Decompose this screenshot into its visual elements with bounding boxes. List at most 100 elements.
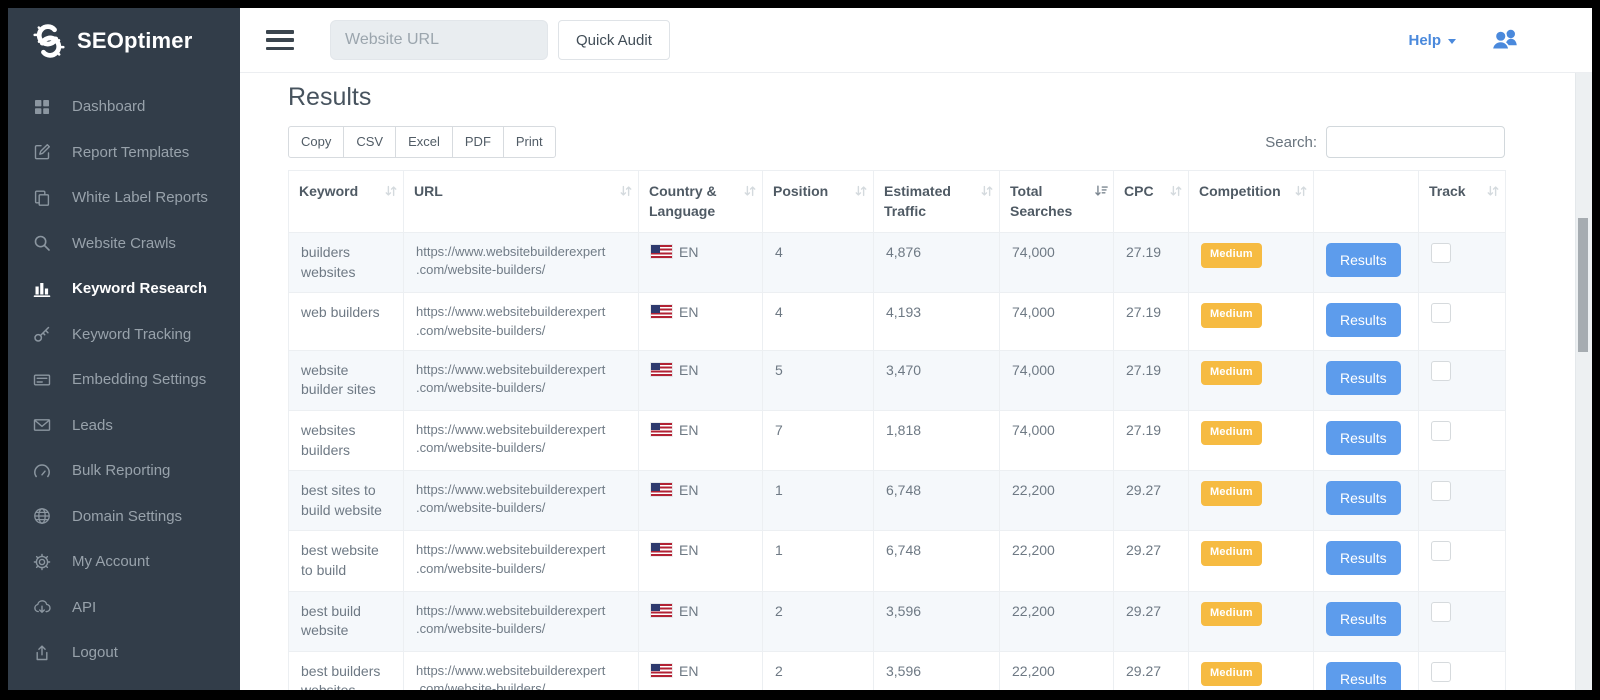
help-menu[interactable]: Help (1408, 32, 1456, 49)
website-url-input[interactable] (330, 20, 548, 60)
column-label: Total Searches (1010, 183, 1072, 219)
hamburger-menu-icon[interactable] (266, 30, 294, 50)
results-button[interactable]: Results (1326, 421, 1401, 455)
track-checkbox[interactable] (1431, 303, 1451, 323)
sidebar-item-white-label-reports[interactable]: White Label Reports (8, 175, 240, 221)
sidebar-item-keyword-tracking[interactable]: Keyword Tracking (8, 312, 240, 358)
url-cell: https://www.websitebuilderexpert.com/web… (404, 410, 639, 470)
estimated-traffic-cell: 6,748 (874, 471, 1000, 531)
results-button[interactable]: Results (1326, 303, 1401, 337)
sidebar-item-domain-settings[interactable]: Domain Settings (8, 494, 240, 540)
sidebar-item-dashboard[interactable]: Dashboard (8, 84, 240, 130)
sidebar-item-bulk-reporting[interactable]: Bulk Reporting (8, 448, 240, 494)
results-table-body: builders websiteshttps://www.websitebuil… (289, 233, 1506, 690)
cpc-cell: 27.19 (1114, 410, 1189, 470)
competition-cell: Medium (1189, 410, 1314, 470)
action-cell: Results (1314, 471, 1419, 531)
position-cell: 4 (763, 293, 874, 350)
track-checkbox[interactable] (1431, 541, 1451, 561)
results-button[interactable]: Results (1326, 602, 1401, 636)
table-row: builders websiteshttps://www.websitebuil… (289, 233, 1506, 293)
language-label: EN (679, 662, 698, 682)
brand-logo[interactable]: SEOptimer (8, 8, 240, 74)
column-header-position[interactable]: Position (763, 171, 874, 233)
export-print-button[interactable]: Print (503, 126, 556, 158)
users-icon[interactable] (1488, 25, 1522, 55)
country-cell: EN (639, 651, 763, 690)
country-cell: EN (639, 531, 763, 591)
column-header-total-searches[interactable]: Total Searches (1000, 171, 1114, 233)
sidebar-item-api[interactable]: API (8, 585, 240, 631)
sidebar-item-website-crawls[interactable]: Website Crawls (8, 221, 240, 267)
quick-audit-button[interactable]: Quick Audit (558, 20, 670, 60)
sidebar-item-label: Keyword Tracking (72, 326, 191, 343)
sidebar-item-label: My Account (72, 553, 150, 570)
dashboard-grid-icon (33, 98, 51, 116)
column-header-competition[interactable]: Competition (1189, 171, 1314, 233)
table-row: websites buildershttps://www.websitebuil… (289, 410, 1506, 470)
track-checkbox[interactable] (1431, 421, 1451, 441)
results-button[interactable]: Results (1326, 361, 1401, 395)
results-button[interactable]: Results (1326, 662, 1401, 690)
results-button[interactable]: Results (1326, 541, 1401, 575)
keyword-cell: best builders websites (289, 651, 404, 690)
competition-badge: Medium (1201, 602, 1262, 626)
url-cell: https://www.websitebuilderexpert.com/web… (404, 531, 639, 591)
sort-both-icon (1294, 184, 1308, 198)
estimated-traffic-cell: 4,193 (874, 293, 1000, 350)
results-button[interactable]: Results (1326, 481, 1401, 515)
track-checkbox[interactable] (1431, 602, 1451, 622)
sidebar-item-label: Leads (72, 417, 113, 434)
sort-both-icon (980, 184, 994, 198)
sidebar-item-report-templates[interactable]: Report Templates (8, 130, 240, 176)
column-label: Estimated Traffic (884, 183, 951, 219)
envelope-icon (33, 416, 51, 434)
track-checkbox[interactable] (1431, 662, 1451, 682)
vertical-scrollbar-track[interactable] (1575, 73, 1592, 690)
vertical-scrollbar-thumb[interactable] (1578, 218, 1588, 352)
main-content: Results CopyCSVExcelPDFPrint Search: Key… (240, 73, 1576, 690)
action-cell: Results (1314, 233, 1419, 293)
column-label: CPC (1124, 183, 1154, 199)
track-checkbox[interactable] (1431, 361, 1451, 381)
column-label: Country & Language (649, 183, 717, 219)
sort-both-icon (1486, 184, 1500, 198)
export-excel-button[interactable]: Excel (395, 126, 453, 158)
search-label: Search: (1265, 134, 1317, 151)
export-copy-button[interactable]: Copy (288, 126, 344, 158)
cpc-cell: 29.27 (1114, 471, 1189, 531)
sidebar-item-my-account[interactable]: My Account (8, 539, 240, 585)
sidebar-item-keyword-research[interactable]: Keyword Research (8, 266, 240, 312)
total-searches-cell: 74,000 (1000, 410, 1114, 470)
language-label: EN (679, 421, 698, 441)
position-cell: 2 (763, 651, 874, 690)
language-label: EN (679, 243, 698, 263)
search-icon (33, 234, 51, 252)
sidebar-item-label: Logout (72, 644, 118, 661)
brand-name: SEOptimer (77, 28, 193, 54)
export-csv-button[interactable]: CSV (343, 126, 396, 158)
column-header-country-language[interactable]: Country & Language (639, 171, 763, 233)
sidebar-item-embedding-settings[interactable]: Embedding Settings (8, 357, 240, 403)
search-input[interactable] (1326, 126, 1505, 158)
topbar: Quick Audit Help (240, 8, 1592, 73)
sidebar-item-logout[interactable]: Logout (8, 630, 240, 676)
column-header-keyword[interactable]: Keyword (289, 171, 404, 233)
column-header-estimated-traffic[interactable]: Estimated Traffic (874, 171, 1000, 233)
action-cell: Results (1314, 591, 1419, 651)
us-flag-icon (651, 423, 672, 436)
column-header-cpc[interactable]: CPC (1114, 171, 1189, 233)
position-cell: 1 (763, 531, 874, 591)
track-checkbox[interactable] (1431, 481, 1451, 501)
export-pdf-button[interactable]: PDF (452, 126, 504, 158)
results-table: KeywordURL Country & Language Position Esti… (288, 170, 1506, 690)
column-header-track[interactable]: Track (1419, 171, 1506, 233)
keyword-cell: best website to build (289, 531, 404, 591)
column-header-url[interactable]: URL (404, 171, 639, 233)
sidebar-item-leads[interactable]: Leads (8, 403, 240, 449)
sidebar-item-label: Dashboard (72, 98, 145, 115)
results-table-head: KeywordURL Country & Language Position Esti… (289, 171, 1506, 233)
results-button[interactable]: Results (1326, 243, 1401, 277)
table-header-row: KeywordURL Country & Language Position Esti… (289, 171, 1506, 233)
track-checkbox[interactable] (1431, 243, 1451, 263)
